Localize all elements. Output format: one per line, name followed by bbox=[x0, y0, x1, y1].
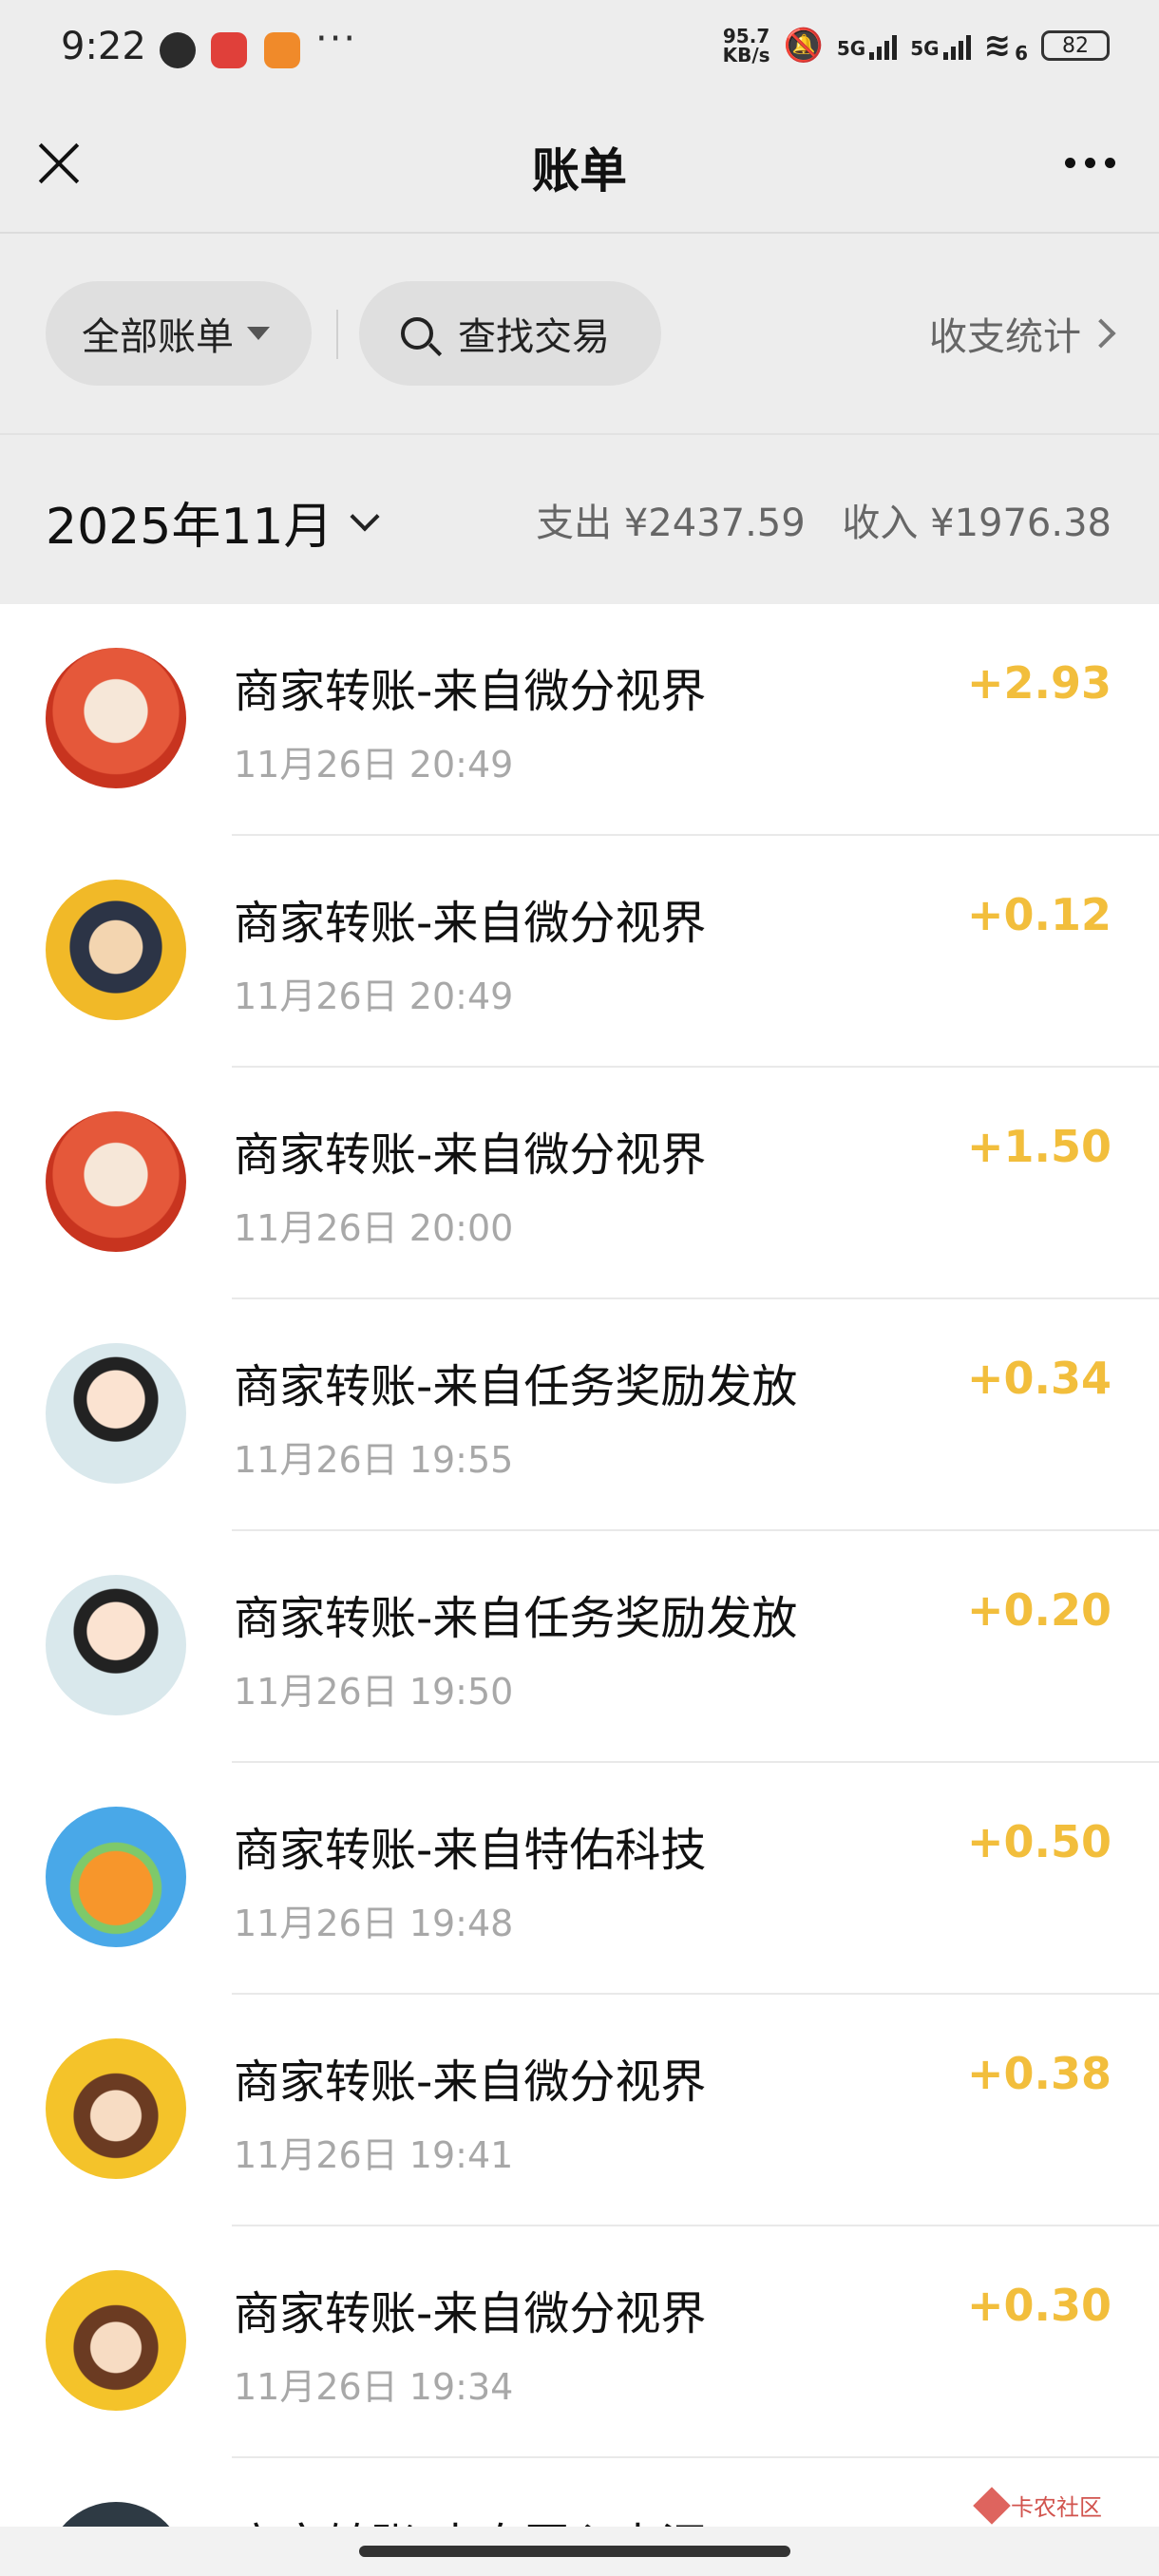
transaction-row[interactable]: 商家转账-来自特佑科技 11月26日 19:48 +0.50 bbox=[0, 1763, 1159, 1995]
mute-bell-icon: 🔕 bbox=[783, 27, 824, 65]
merchant-avatar bbox=[46, 880, 186, 1020]
wifi-icon: ≋ 6 bbox=[983, 27, 1028, 65]
income-total: 收入 ¥1976.38 bbox=[842, 502, 1112, 545]
transaction-title: 商家转账-来自微分视界 bbox=[234, 665, 707, 718]
transaction-time: 11月26日 20:49 bbox=[234, 975, 514, 1017]
more-options-icon[interactable] bbox=[1065, 158, 1115, 168]
transaction-row[interactable]: 商家转账-来自微分视界 11月26日 20:49 +0.12 bbox=[0, 836, 1159, 1068]
transaction-amount: +0.38 bbox=[966, 2048, 1112, 2099]
all-bills-dropdown[interactable]: 全部账单 bbox=[46, 281, 312, 386]
transaction-row[interactable]: 商家转账-来自任务奖励发放 11月26日 19:50 +0.20 bbox=[0, 1531, 1159, 1763]
battery-icon: 82 bbox=[1041, 30, 1110, 61]
home-indicator[interactable] bbox=[359, 2546, 790, 2557]
transaction-amount: +0.20 bbox=[966, 1584, 1112, 1636]
network-speed: 95.7 KB/s bbox=[722, 25, 770, 66]
expense-total: 支出 ¥2437.59 bbox=[536, 502, 806, 545]
nav-bar: 账单 bbox=[0, 99, 1159, 234]
transaction-time: 11月26日 20:49 bbox=[234, 744, 514, 786]
transaction-row[interactable]: 商家转账-来自微分视界 11月26日 19:34 +0.30 bbox=[0, 2226, 1159, 2458]
transaction-title: 商家转账-来自微分视界 bbox=[234, 2055, 707, 2109]
all-bills-label: 全部账单 bbox=[82, 315, 234, 359]
transaction-row[interactable]: 商家转账-来自任务奖励发放 11月26日 19:55 +0.34 bbox=[0, 1299, 1159, 1531]
transaction-row[interactable]: 商家转账-来自微分视界 11月26日 20:49 +2.93 bbox=[0, 604, 1159, 836]
merchant-avatar bbox=[46, 648, 186, 788]
search-icon bbox=[401, 317, 433, 350]
transaction-list: 商家转账-来自微分视界 11月26日 20:49 +2.93 商家转账-来自微分… bbox=[0, 604, 1159, 2576]
filter-bar: 全部账单 查找交易 收支统计 bbox=[0, 234, 1159, 433]
status-time: 9:22 bbox=[61, 25, 146, 68]
merchant-avatar bbox=[46, 1575, 186, 1715]
transaction-time: 11月26日 19:41 bbox=[234, 2134, 514, 2176]
watermark: 卡农社区 bbox=[973, 2486, 1102, 2525]
transaction-title: 商家转账-来自微分视界 bbox=[234, 897, 707, 950]
transaction-row[interactable]: 商家转账-来自微分视界 11月26日 20:00 +1.50 bbox=[0, 1068, 1159, 1299]
transaction-title: 商家转账-来自任务奖励发放 bbox=[234, 1360, 798, 1413]
status-bar: 9:22 ··· 95.7 KB/s 🔕 5G 5G ≋ 6 82 bbox=[0, 0, 1159, 99]
transaction-title: 商家转账-来自任务奖励发放 bbox=[234, 1592, 798, 1645]
transaction-time: 11月26日 19:50 bbox=[234, 1671, 514, 1713]
month-totals: 支出 ¥2437.59 收入 ¥1976.38 bbox=[511, 492, 1112, 547]
transaction-time: 11月26日 19:34 bbox=[234, 2366, 514, 2408]
status-indicators: 95.7 KB/s 🔕 5G 5G ≋ 6 82 bbox=[723, 27, 1110, 65]
transaction-title: 商家转账-来自微分视界 bbox=[234, 1128, 707, 1182]
watermark-text: 卡农社区 bbox=[1011, 2494, 1102, 2521]
transaction-amount: +0.34 bbox=[966, 1353, 1112, 1404]
transaction-amount: +0.12 bbox=[966, 889, 1112, 940]
month-summary-bar: 2025年11月 支出 ¥2437.59 收入 ¥1976.38 bbox=[0, 433, 1159, 606]
transaction-amount: +1.50 bbox=[966, 1121, 1112, 1172]
page-title: 账单 bbox=[532, 143, 627, 199]
gesture-bar bbox=[0, 2527, 1159, 2576]
transaction-time: 11月26日 19:55 bbox=[234, 1439, 514, 1481]
merchant-avatar bbox=[46, 2038, 186, 2179]
watermark-logo-icon bbox=[973, 2486, 1011, 2525]
transaction-time: 11月26日 20:00 bbox=[234, 1207, 514, 1249]
search-transactions-button[interactable]: 查找交易 bbox=[359, 281, 661, 386]
merchant-avatar bbox=[46, 1111, 186, 1252]
shopping-app-icon bbox=[211, 32, 247, 68]
transaction-title: 商家转账-来自微分视界 bbox=[234, 2287, 707, 2340]
merchant-avatar bbox=[46, 2270, 186, 2411]
transaction-time: 11月26日 19:48 bbox=[234, 1903, 514, 1944]
clock-app-icon bbox=[160, 32, 196, 68]
merchant-avatar bbox=[46, 1343, 186, 1484]
stats-label: 收支统计 bbox=[929, 315, 1081, 359]
signal-sim2-icon: 5G bbox=[910, 31, 971, 60]
transaction-title: 商家转账-来自特佑科技 bbox=[234, 1824, 707, 1877]
month-label: 2025年11月 bbox=[46, 499, 333, 556]
taobao-app-icon bbox=[264, 32, 300, 68]
transaction-amount: +0.30 bbox=[966, 2280, 1112, 2331]
income-expense-stats-link[interactable]: 收支统计 bbox=[929, 306, 1116, 361]
dropdown-triangle-icon bbox=[247, 327, 270, 340]
signal-sim1-icon: 5G bbox=[837, 31, 898, 60]
chevron-down-icon bbox=[349, 501, 380, 532]
chevron-right-icon bbox=[1086, 318, 1116, 349]
more-notifications-icon: ··· bbox=[315, 17, 358, 61]
filter-divider bbox=[336, 310, 338, 359]
search-label: 查找交易 bbox=[458, 315, 610, 359]
transaction-row[interactable]: 商家转账-来自微分视界 11月26日 19:41 +0.38 bbox=[0, 1995, 1159, 2226]
transaction-amount: +0.50 bbox=[966, 1816, 1112, 1867]
transaction-amount: +2.93 bbox=[966, 657, 1112, 709]
month-selector[interactable]: 2025年11月 bbox=[46, 486, 380, 558]
merchant-avatar bbox=[46, 1807, 186, 1947]
